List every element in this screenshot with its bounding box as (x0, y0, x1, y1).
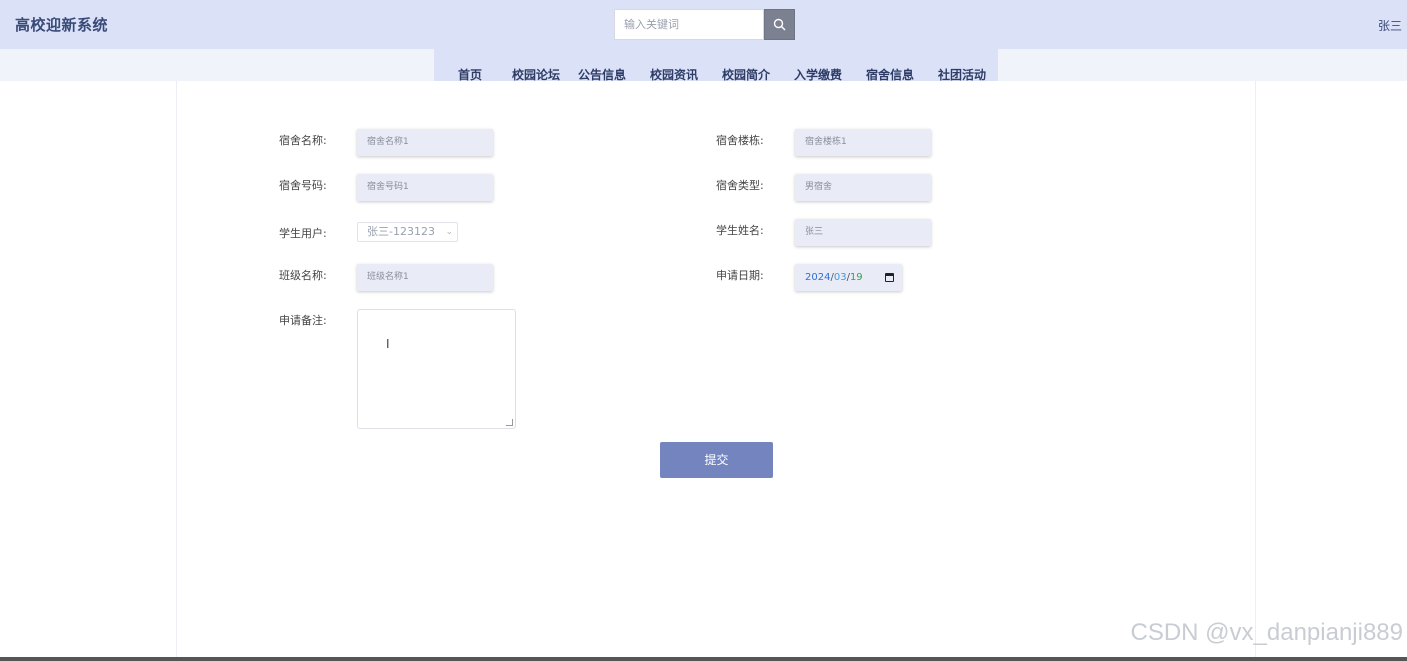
search-box (614, 9, 795, 40)
text-cursor-icon: I (386, 337, 390, 351)
search-icon (773, 18, 786, 31)
dorm-number-label: 宿舍号码: (279, 179, 327, 192)
student-user-select[interactable]: 张三-123123 ⌄ (357, 222, 458, 242)
date-day: 19 (849, 272, 863, 283)
resize-handle[interactable] (506, 419, 513, 426)
content-panel (176, 81, 1256, 657)
search-input[interactable] (614, 9, 764, 40)
dorm-building-label: 宿舍楼栋: (716, 134, 764, 147)
dorm-name-label: 宿舍名称: (279, 134, 327, 147)
date-year: 2024 (805, 272, 831, 283)
current-user[interactable]: 张三 (1378, 17, 1402, 34)
chevron-down-icon: ⌄ (445, 227, 453, 237)
remark-textarea[interactable]: I (357, 309, 516, 429)
class-name-field[interactable]: 班级名称1 (357, 264, 493, 291)
dorm-number-field[interactable]: 宿舍号码1 (357, 174, 493, 201)
student-user-value: 张三-123123 (367, 225, 435, 238)
student-user-label: 学生用户: (279, 227, 327, 240)
top-header: 高校迎新系统 张三 (0, 0, 1407, 49)
calendar-icon[interactable] (885, 273, 894, 282)
dorm-name-field[interactable]: 宿舍名称1 (357, 129, 493, 156)
class-name-label: 班级名称: (279, 269, 327, 282)
site-title: 高校迎新系统 (15, 16, 109, 34)
dorm-type-field[interactable]: 男宿舍 (795, 174, 931, 201)
submit-button[interactable]: 提交 (660, 442, 773, 478)
student-name-field[interactable]: 张三 (795, 219, 931, 246)
apply-date-picker[interactable]: 2024/03/19 (795, 264, 902, 291)
window-bottom-edge (0, 657, 1407, 661)
watermark: CSDN @vx_danpianji889 (1130, 619, 1403, 646)
search-button[interactable] (764, 9, 795, 40)
dorm-building-field[interactable]: 宿舍楼栋1 (795, 129, 931, 156)
dorm-type-label: 宿舍类型: (716, 179, 764, 192)
date-month: 03 (833, 272, 847, 283)
student-name-label: 学生姓名: (716, 224, 764, 237)
remark-label: 申请备注: (279, 314, 327, 327)
apply-date-label: 申请日期: (716, 269, 764, 282)
